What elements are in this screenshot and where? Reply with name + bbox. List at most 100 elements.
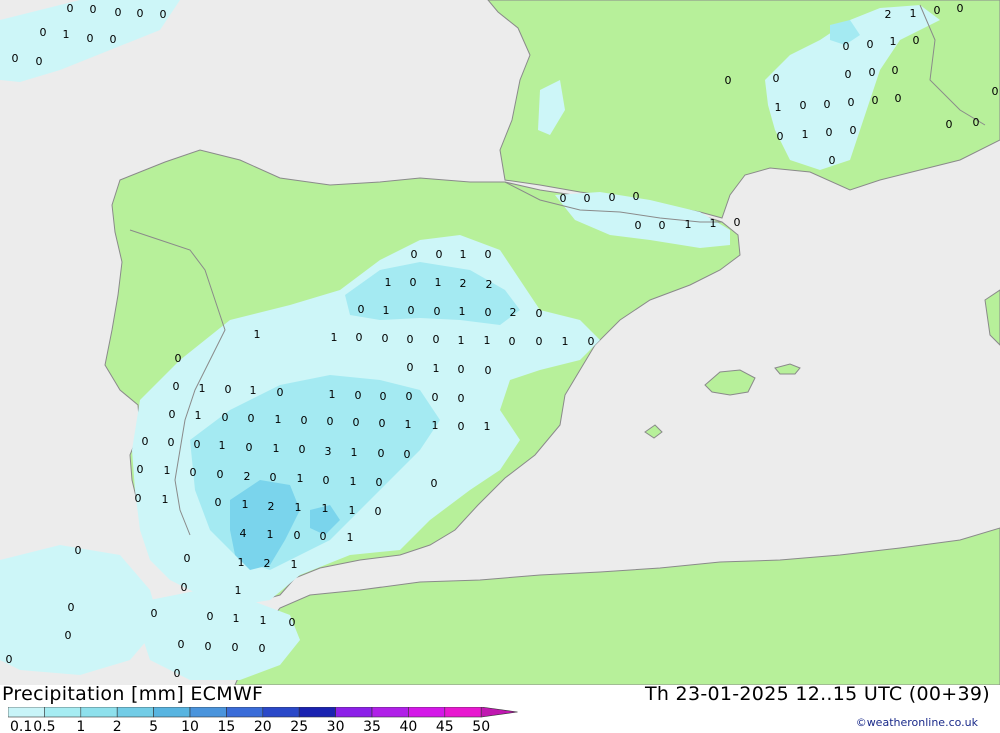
precip-value: 0: [536, 335, 543, 348]
legend-swatch: [262, 707, 300, 718]
precip-value: 0: [6, 653, 13, 666]
precip-value: 0: [90, 3, 97, 16]
map-title: Precipitation [mm] ECMWF: [2, 683, 264, 705]
precip-value: 0: [137, 463, 144, 476]
precip-value: 0: [215, 496, 222, 509]
precip-value: 0: [301, 414, 308, 427]
legend-label: 30: [327, 719, 345, 733]
precip-value: 0: [934, 4, 941, 17]
precip-value: 0: [382, 332, 389, 345]
precip-value: 1: [250, 384, 257, 397]
precip-value: 1: [349, 504, 356, 517]
precip-value: 0: [588, 335, 595, 348]
precip-value: 0: [946, 118, 953, 131]
precip-value: 0: [609, 191, 616, 204]
legend-label: 1: [76, 719, 85, 733]
precip-value: 0: [379, 417, 386, 430]
precip-value: 0: [848, 96, 855, 109]
precip-value: 0: [485, 306, 492, 319]
precip-value: 0: [407, 361, 414, 374]
precip-value: 0: [872, 94, 879, 107]
precip-value: 0: [407, 333, 414, 346]
precip-value: 0: [270, 471, 277, 484]
precip-value: 1: [275, 413, 282, 426]
precip-value: 0: [115, 6, 122, 19]
legend-label: 50: [472, 719, 490, 733]
precip-value: 0: [509, 335, 516, 348]
precip-value: 1: [385, 276, 392, 289]
precip-value: 0: [411, 248, 418, 261]
precip-value: 0: [181, 581, 188, 594]
legend-swatch: [80, 707, 118, 718]
precip-value: 0: [246, 441, 253, 454]
precip-value: 0: [485, 364, 492, 377]
precip-value: 1: [347, 531, 354, 544]
precip-value: 1: [405, 418, 412, 431]
precip-value: 1: [890, 35, 897, 48]
precip-value: 0: [174, 667, 181, 680]
precip-value: 0: [294, 529, 301, 542]
precip-value: 1: [710, 217, 717, 230]
precip-value: 0: [277, 386, 284, 399]
legend-label: 40: [399, 719, 417, 733]
precip-value: 0: [36, 55, 43, 68]
precip-value: 0: [913, 34, 920, 47]
precip-value: 0: [843, 40, 850, 53]
precip-value: 1: [351, 446, 358, 459]
precip-value: 0: [135, 492, 142, 505]
legend-swatch: [8, 707, 45, 718]
precip-value: 0: [635, 219, 642, 232]
precip-value: 0: [434, 305, 441, 318]
precip-value: 1: [164, 464, 171, 477]
legend-swatch: [371, 707, 409, 718]
precip-value: 1: [484, 420, 491, 433]
precip-value: 0: [406, 390, 413, 403]
precip-value: 0: [826, 126, 833, 139]
precip-value: 0: [777, 130, 784, 143]
precip-value: 0: [67, 2, 74, 15]
precip-value: 0: [380, 390, 387, 403]
precip-value: 0: [175, 352, 182, 365]
precip-value: 0: [892, 64, 899, 77]
precip-value: 0: [725, 74, 732, 87]
legend-label: 45: [436, 719, 454, 733]
precip-value: 1: [260, 614, 267, 627]
precip-value: 0: [207, 610, 214, 623]
precip-value: 0: [800, 99, 807, 112]
precip-value: 0: [869, 66, 876, 79]
precip-value: 0: [225, 383, 232, 396]
precip-value: 0: [408, 304, 415, 317]
precip-value: 0: [169, 408, 176, 421]
precip-value: 0: [205, 640, 212, 653]
precip-value: 0: [320, 530, 327, 543]
precip-value: 0: [376, 476, 383, 489]
precip-value: 0: [160, 8, 167, 21]
color-legend: 0.1 0.5 1 2 5 10 15 20 25 30 35 40 45 50: [8, 707, 518, 733]
precip-value: 1: [162, 493, 169, 506]
precip-value: 0: [217, 468, 224, 481]
precip-value: 0: [432, 391, 439, 404]
legend-swatch: [444, 707, 482, 718]
legend-swatch: [298, 707, 336, 718]
credit-link[interactable]: ©weatheronline.co.uk: [856, 716, 978, 729]
precip-value: 1: [484, 334, 491, 347]
precip-value: 2: [510, 306, 517, 319]
precip-value: 0: [184, 552, 191, 565]
legend-swatch: [116, 707, 154, 718]
precip-value: 0: [299, 443, 306, 456]
legend-swatch-arrow: [480, 707, 518, 718]
precip-value: 0: [248, 412, 255, 425]
precip-value: 1: [254, 328, 261, 341]
precip-value: 0: [584, 192, 591, 205]
precip-value: 0: [355, 389, 362, 402]
precip-value: 0: [773, 72, 780, 85]
precip-value: 1: [331, 331, 338, 344]
precip-value: 0: [142, 435, 149, 448]
precip-value: 0: [458, 420, 465, 433]
footer-bar: Precipitation [mm] ECMWF Th 23-01-2025 1…: [0, 683, 1000, 733]
precip-value: 0: [485, 248, 492, 261]
precip-value: 0: [458, 363, 465, 376]
precip-value: 1: [685, 218, 692, 231]
precip-value: 0: [992, 85, 999, 98]
precip-value: 1: [432, 419, 439, 432]
